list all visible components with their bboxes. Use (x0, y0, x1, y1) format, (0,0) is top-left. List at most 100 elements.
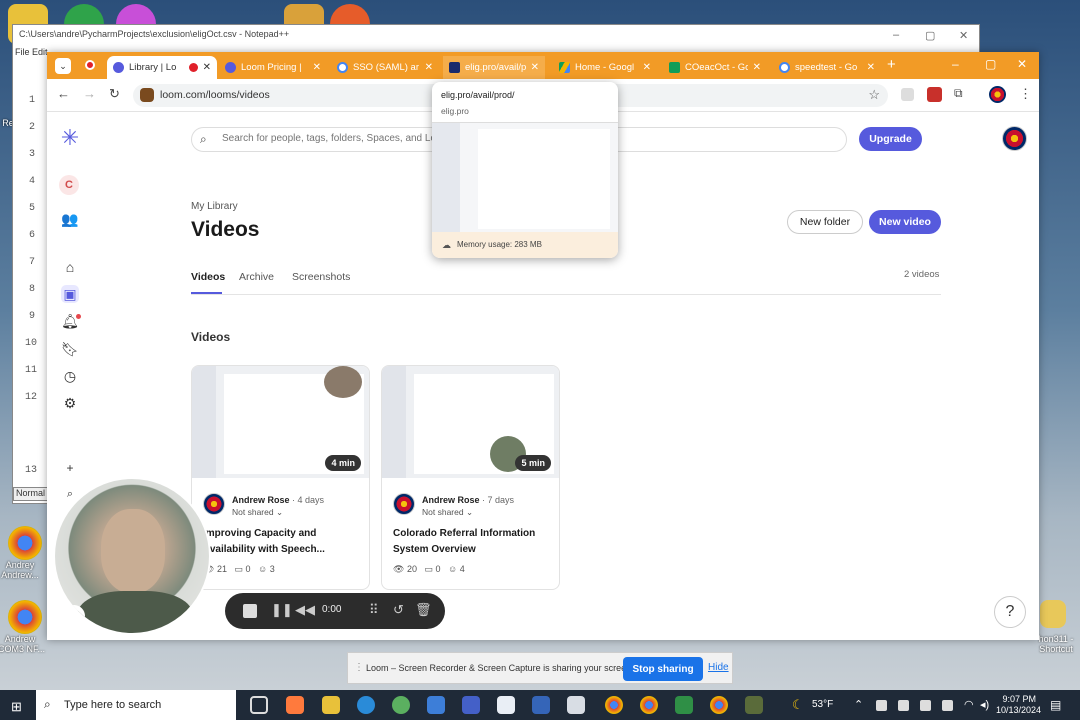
chrome-desktop-icon[interactable] (8, 600, 42, 634)
upgrade-button[interactable]: Upgrade (859, 127, 922, 151)
delete-button[interactable]: 🗑︎ (415, 602, 432, 618)
add-button[interactable]: + (61, 459, 79, 477)
sharing-status[interactable]: Not shared ⌄ (232, 507, 283, 518)
tab-loom-library[interactable]: Library | Lo ✕ (107, 56, 217, 79)
tab-close-button[interactable]: ✕ (643, 62, 651, 73)
notepad-menu[interactable]: File Edit (15, 47, 48, 57)
drag-handle-icon[interactable]: ⋮ (354, 662, 364, 673)
notepad-close-button[interactable]: ✕ (959, 29, 968, 42)
tab-sheets[interactable]: COeacOct - Go ✕ (663, 56, 767, 79)
extensions-puzzle-icon[interactable]: ⧉ (954, 86, 963, 101)
extension-icon[interactable] (901, 88, 914, 101)
bookmark-icon[interactable]: 🔖︎ (61, 340, 79, 358)
help-button[interactable]: ? (994, 596, 1026, 628)
notepad-maximize-button[interactable]: ▢ (925, 29, 935, 42)
taskbar-clock[interactable]: 9:07 PM 10/13/2024 (996, 694, 1041, 716)
maximize-button[interactable]: ▢ (985, 57, 996, 71)
folder-desktop-icon[interactable] (1040, 600, 1066, 628)
chrome-desktop-icon[interactable] (8, 526, 42, 560)
file-explorer-icon[interactable] (322, 696, 340, 714)
forward-button[interactable]: → (83, 86, 96, 101)
stop-recording-button[interactable] (243, 604, 257, 618)
extension-badge-icon[interactable] (927, 87, 942, 102)
rewind-button[interactable]: ◀◀ (295, 602, 315, 618)
taskbar-app-icon[interactable] (286, 696, 304, 714)
camera-bubble[interactable]: ✳ (53, 477, 211, 635)
tab-search-button[interactable]: ⌄ (55, 58, 71, 74)
taskbar-app-icon[interactable] (462, 696, 480, 714)
sharing-status[interactable]: Not shared ⌄ (422, 507, 473, 518)
stop-sharing-button[interactable]: Stop sharing (623, 657, 703, 681)
taskbar-app-icon[interactable] (497, 696, 515, 714)
menu-kebab-icon[interactable]: ⋮ (1019, 86, 1032, 102)
tab-loom-pricing[interactable]: Loom Pricing | ✕ (219, 56, 327, 79)
tray-icon[interactable] (898, 700, 909, 711)
new-tab-button[interactable]: + (887, 56, 896, 73)
new-video-button[interactable]: New video (869, 210, 941, 234)
library-icon[interactable]: ▣ (61, 285, 79, 303)
taskbar-app-icon[interactable] (392, 696, 410, 714)
taskbar-app-icon[interactable] (427, 696, 445, 714)
tab-close-button[interactable]: ✕ (313, 62, 321, 73)
workspace-avatar[interactable]: C (59, 175, 79, 195)
site-info-icon[interactable] (140, 88, 154, 102)
tab-close-button[interactable]: ✕ (203, 62, 211, 73)
tab-screenshots[interactable]: Screenshots (292, 271, 350, 283)
back-button[interactable]: ← (57, 86, 70, 101)
windows-start-icon[interactable]: ⊞ (11, 699, 22, 715)
url-text[interactable]: loom.com/looms/videos (160, 89, 270, 101)
weather-temperature[interactable]: 53°F (812, 699, 833, 710)
tray-icon[interactable] (876, 700, 887, 711)
breadcrumb[interactable]: My Library (191, 201, 238, 212)
wifi-icon[interactable]: ◠ (964, 698, 974, 711)
history-clock-icon[interactable]: ◷ (61, 367, 79, 385)
tab-google-drive[interactable]: Home - Googl ✕ (553, 56, 657, 79)
tab-elig[interactable]: elig.pro/avail/p ✕ (443, 56, 545, 79)
tab-sso[interactable]: SSO (SAML) ar ✕ (331, 56, 439, 79)
chrome-taskbar-icon[interactable] (640, 696, 658, 714)
tab-speedtest[interactable]: speedtest - Go ✕ (773, 56, 881, 79)
notification-center-icon[interactable]: ▤ (1050, 698, 1061, 712)
tab-close-button[interactable]: ✕ (425, 62, 433, 73)
taskbar-app-icon[interactable] (675, 696, 693, 714)
minimize-button[interactable]: – (952, 57, 959, 71)
chrome-taskbar-icon[interactable] (605, 696, 623, 714)
chrome-taskbar-icon[interactable] (710, 696, 728, 714)
video-title[interactable]: Improving Capacity and Availability with… (203, 526, 363, 558)
settings-gear-icon[interactable]: ⚙ (61, 394, 79, 412)
taskbar-search[interactable]: ⌕ Type here to search (36, 690, 236, 720)
people-icon[interactable]: 👥 (61, 210, 79, 228)
tab-videos[interactable]: Videos (191, 271, 225, 283)
video-card[interactable]: 4 min Andrew Rose · 4 days Not shared ⌄ … (191, 365, 370, 590)
hide-link[interactable]: Hide (708, 662, 729, 673)
home-icon[interactable]: ⌂ (61, 258, 79, 276)
new-folder-button[interactable]: New folder (787, 210, 863, 234)
task-view-icon[interactable] (250, 696, 268, 714)
close-button[interactable]: ✕ (1017, 57, 1027, 71)
tab-close-button[interactable]: ✕ (753, 62, 761, 73)
tab-close-button[interactable]: ✕ (867, 62, 875, 73)
tray-icon[interactable] (920, 700, 931, 711)
reload-button[interactable]: ↻ (109, 86, 120, 102)
taskbar-app-icon[interactable] (745, 696, 763, 714)
profile-avatar[interactable] (989, 86, 1006, 103)
loom-favicon-icon (113, 62, 124, 73)
tray-icon[interactable] (942, 700, 953, 711)
taskbar-app-icon[interactable] (567, 696, 585, 714)
taskbar-app-icon[interactable] (532, 696, 550, 714)
user-avatar[interactable] (1002, 126, 1027, 151)
loom-logo-icon[interactable]: ✳ (59, 127, 81, 149)
volume-icon[interactable]: ◂) (980, 698, 989, 711)
restart-button[interactable]: ↺ (393, 602, 404, 618)
tab-close-button[interactable]: ✕ (531, 62, 539, 73)
video-title[interactable]: Colorado Referral Information System Ove… (393, 526, 553, 558)
loom-badge-icon[interactable]: ✳ (63, 605, 85, 627)
video-card[interactable]: 5 min Andrew Rose · 7 days Not shared ⌄ … (381, 365, 560, 590)
bookmark-star-icon[interactable]: ☆ (868, 87, 880, 103)
edge-icon[interactable] (357, 696, 375, 714)
tab-archive[interactable]: Archive (239, 271, 274, 283)
drag-handle-icon[interactable]: ⠿ (369, 602, 379, 618)
tray-chevron-icon[interactable]: ⌃ (854, 698, 863, 711)
pause-button[interactable]: ❚❚ (271, 602, 293, 618)
notepad-minimize-button[interactable]: – (893, 29, 899, 41)
